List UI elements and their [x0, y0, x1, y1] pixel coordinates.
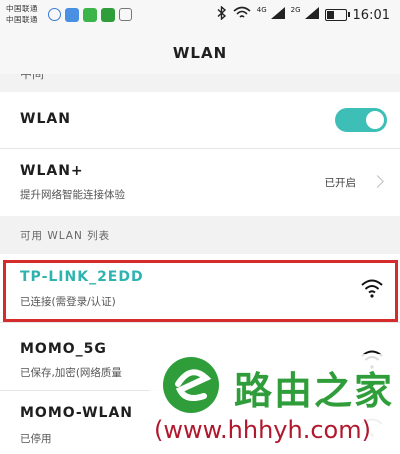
status-right-group: 4G 2G 16:01	[217, 5, 390, 24]
wlan-plus-row[interactable]: WLAN+ 提升网络智能连接体验 已开启	[0, 149, 400, 216]
partial-item-label: 中间	[20, 74, 45, 81]
watermark-brand: 路由之家	[234, 369, 395, 413]
cloud-app-icon	[65, 8, 79, 22]
carrier-1: 中国联通	[6, 4, 38, 13]
bluetooth-icon	[217, 5, 227, 24]
wechat-icon	[83, 8, 97, 22]
wlan-plus-description: 提升网络智能连接体验	[20, 189, 125, 201]
carrier-2: 中国联通	[6, 15, 38, 24]
signal-icon-2	[304, 7, 319, 23]
battery-icon	[324, 9, 350, 21]
wlan-plus-label: WLAN+	[20, 163, 84, 179]
signal-icon-1	[270, 7, 285, 23]
network-type-1: 4G	[256, 6, 267, 14]
status-bar: 中国联通 中国联通 4G 2G 16:01	[0, 0, 400, 32]
network-ssid: MOMO-WLAN	[20, 405, 134, 421]
network-status: 已停用	[20, 433, 52, 445]
wifi-signal-icon	[360, 278, 384, 302]
available-networks-label: 可用 WLAN 列表	[20, 230, 111, 242]
network-status: 已连接(需登录/认证)	[20, 296, 116, 308]
chevron-right-icon	[371, 175, 384, 188]
image-app-icon	[119, 8, 132, 21]
clock: 16:01	[352, 7, 390, 23]
network-status: 已保存,加密(网络质量	[20, 367, 122, 379]
page-title: WLAN	[0, 32, 400, 75]
switch-knob	[366, 111, 384, 129]
watermark: 路由之家 (www.hhhyh.com)	[150, 354, 400, 454]
available-networks-header: 可用 WLAN 列表	[0, 216, 400, 254]
carrier-info: 中国联通 中国联通	[6, 3, 38, 25]
app-notification-icon	[101, 8, 115, 22]
partial-list-item: 中间	[0, 74, 400, 92]
network-type-2: 2G	[290, 6, 301, 14]
watermark-url: (www.hhhyh.com)	[154, 416, 371, 444]
wlan-switch[interactable]	[335, 108, 387, 132]
network-ssid: MOMO_5G	[20, 341, 107, 357]
wlan-plus-status: 已开启	[324, 177, 357, 189]
wifi-status-icon	[233, 6, 251, 24]
wlan-toggle-row[interactable]: WLAN	[0, 92, 400, 149]
notification-icons	[48, 8, 132, 22]
watermark-logo-icon	[160, 354, 222, 416]
baidu-app-icon	[48, 8, 61, 21]
network-item-tp-link[interactable]: TP-LINK_2EDD 已连接(需登录/认证)	[0, 254, 400, 323]
network-ssid: TP-LINK_2EDD	[20, 269, 144, 285]
wlan-label: WLAN	[20, 111, 71, 127]
